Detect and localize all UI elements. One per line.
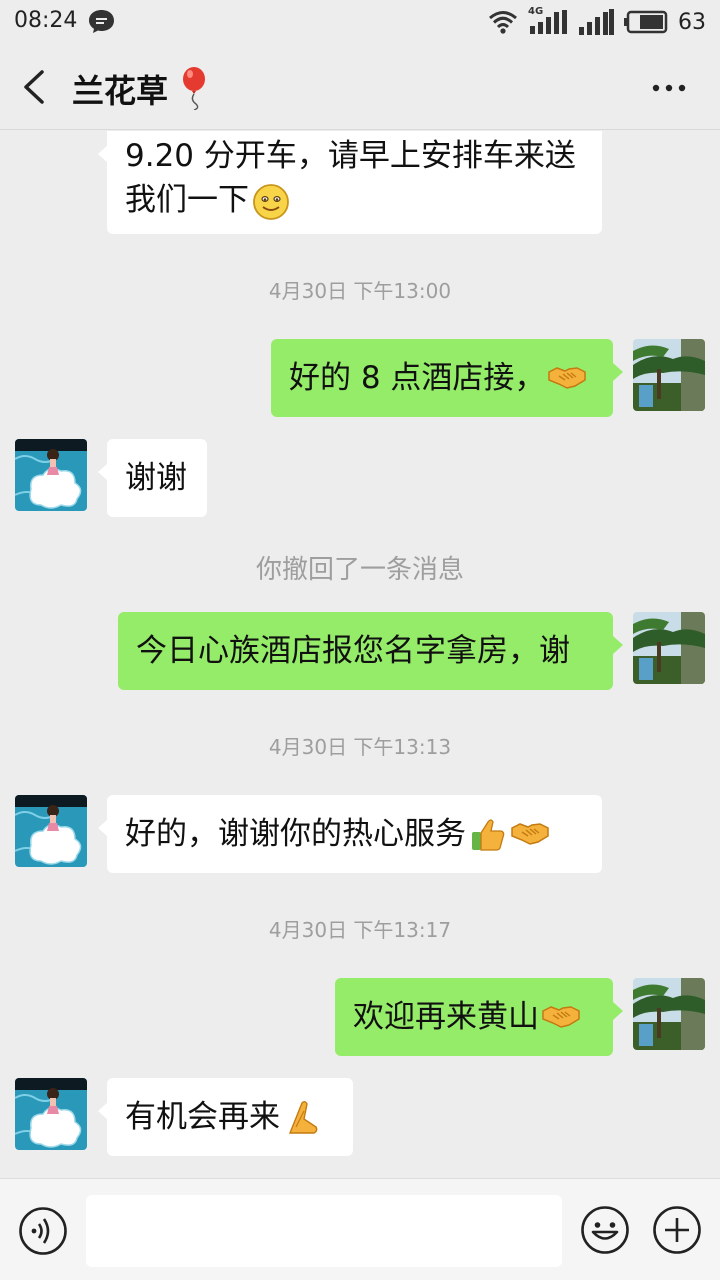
emoji-icon[interactable] bbox=[580, 1205, 630, 1255]
status-right: 4G 63 bbox=[488, 6, 706, 36]
message-text: 我们一下 bbox=[125, 182, 249, 218]
message-text: 9.20 分开车，请早上安排车来送 bbox=[125, 138, 576, 174]
timestamp: 4月30日 下午13:00 bbox=[268, 279, 452, 303]
my-avatar[interactable] bbox=[633, 339, 705, 411]
timestamp: 4月30日 下午13:17 bbox=[268, 918, 452, 942]
contact-avatar[interactable] bbox=[15, 1078, 87, 1150]
battery-icon bbox=[624, 10, 668, 34]
message-bubble-received[interactable]: 9.20 分开车，请早上安排车来送 我们一下 bbox=[98, 131, 602, 234]
signal-icon bbox=[579, 9, 614, 35]
plus-icon[interactable] bbox=[652, 1205, 702, 1255]
message-text: 有机会再来 bbox=[125, 1099, 280, 1135]
handshake-emoji bbox=[511, 823, 549, 845]
message-bubble-sent[interactable]: 今日心族酒店报您名字拿房，谢 bbox=[118, 612, 623, 690]
voice-icon[interactable] bbox=[18, 1206, 68, 1256]
message-text: 欢迎再来黄山 bbox=[353, 999, 539, 1035]
timestamp: 4月30日 下午13:13 bbox=[268, 735, 452, 759]
message-bubble-received[interactable]: 好的，谢谢你的热心服务 bbox=[98, 795, 602, 873]
smile-emoji bbox=[253, 183, 289, 220]
wifi-icon bbox=[489, 11, 517, 34]
message-text-line: 我们一下 bbox=[125, 178, 291, 222]
handshake-emoji bbox=[542, 1006, 580, 1028]
balloon-icon bbox=[183, 67, 205, 110]
message-text: 好的 8 点酒店接， bbox=[289, 360, 546, 396]
message-list[interactable]: 9.20 分开车，请早上安排车来送 我们一下 4月30日 下午13:00 好的 … bbox=[0, 131, 720, 1178]
handshake-emoji bbox=[548, 367, 587, 389]
my-avatar[interactable] bbox=[633, 978, 705, 1050]
battery-percent: 63 bbox=[678, 9, 706, 35]
chat-title: 兰花草 bbox=[72, 72, 169, 110]
message-bubble-sent[interactable]: 欢迎再来黄山 bbox=[335, 978, 623, 1056]
praying-hands-emoji bbox=[289, 1101, 318, 1134]
message-icon bbox=[89, 10, 114, 33]
recall-notice: 你撤回了一条消息 bbox=[255, 555, 464, 585]
message-input[interactable] bbox=[86, 1195, 562, 1267]
thumbs-up-emoji bbox=[471, 819, 505, 851]
message-text: 谢谢 bbox=[125, 460, 187, 496]
message-text: 今日心族酒店报您名字拿房，谢 bbox=[136, 633, 570, 669]
message-text: 好的，谢谢你的热心服务 bbox=[125, 816, 466, 852]
message-bubble-received[interactable]: 谢谢 bbox=[98, 439, 207, 517]
my-avatar[interactable] bbox=[633, 612, 705, 684]
signal-4g: 4G bbox=[528, 6, 568, 36]
back-icon[interactable] bbox=[20, 70, 50, 104]
contact-avatar[interactable] bbox=[15, 795, 87, 867]
message-bubble-received[interactable]: 有机会再来 bbox=[98, 1078, 353, 1156]
signal-icon bbox=[530, 10, 567, 34]
chat-header: 兰花草 bbox=[0, 44, 720, 130]
contact-avatar[interactable] bbox=[15, 439, 87, 511]
status-bar: 08:24 4G 63 bbox=[0, 0, 720, 44]
more-icon[interactable] bbox=[652, 84, 686, 92]
message-bubble-sent[interactable]: 好的 8 点酒店接， bbox=[271, 339, 623, 417]
status-time: 08:24 bbox=[14, 8, 78, 33]
input-bar bbox=[0, 1178, 720, 1280]
